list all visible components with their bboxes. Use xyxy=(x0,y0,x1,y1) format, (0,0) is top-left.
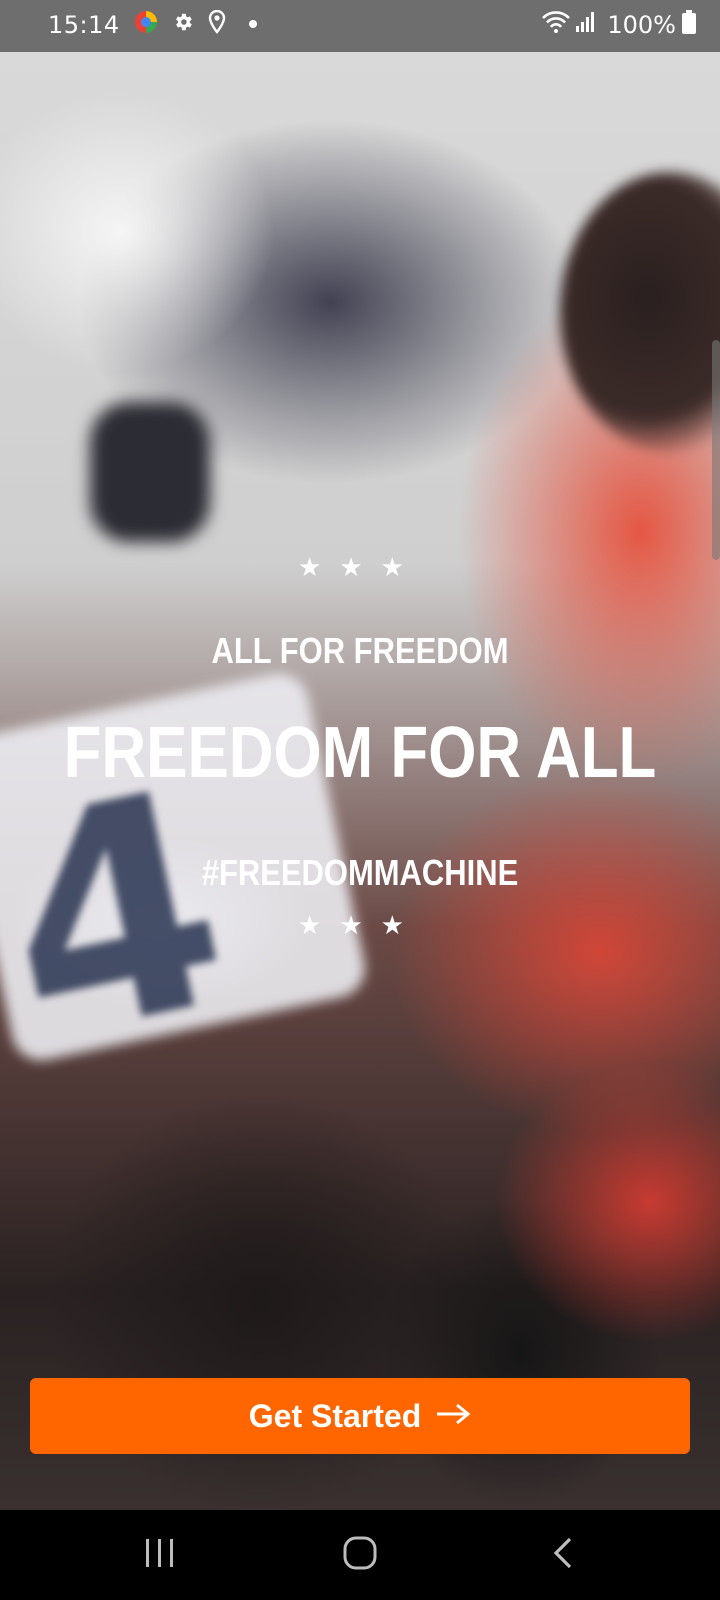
hero-title: FREEDOM FOR ALL xyxy=(63,713,657,793)
stars-top: ★★★ xyxy=(298,553,422,583)
arrow-right-icon xyxy=(435,1402,471,1431)
gear-icon xyxy=(172,11,194,38)
get-started-label: Get Started xyxy=(248,1397,422,1434)
home-icon xyxy=(342,1535,378,1576)
status-bar: 15:14 100% xyxy=(0,0,720,52)
recent-apps-button[interactable] xyxy=(100,1510,220,1600)
wifi-icon xyxy=(541,10,571,39)
recent-apps-icon xyxy=(143,1537,177,1574)
status-right: 100% xyxy=(541,10,696,39)
hero-tagline: ALL FOR FREEDOM xyxy=(211,630,509,671)
status-left: 15:14 xyxy=(48,9,258,39)
dot-icon xyxy=(248,16,258,34)
signal-icon xyxy=(575,11,597,38)
location-icon xyxy=(208,9,226,39)
browser-app-icon xyxy=(134,10,158,39)
navigation-bar xyxy=(0,1510,720,1600)
glove-shape xyxy=(90,402,210,542)
helmet-shape xyxy=(560,172,720,452)
stars-bottom: ★★★ xyxy=(298,911,422,941)
back-icon xyxy=(550,1536,574,1575)
back-button[interactable] xyxy=(502,1510,622,1600)
scrollbar-thumb[interactable] xyxy=(712,340,720,560)
home-button[interactable] xyxy=(300,1510,420,1600)
status-time: 15:14 xyxy=(48,10,120,39)
battery-icon xyxy=(682,10,696,39)
get-started-button[interactable]: Get Started xyxy=(30,1378,690,1454)
hero-hashtag: #FREEDOMMACHINE xyxy=(201,852,519,893)
battery-percent: 100% xyxy=(607,10,676,39)
